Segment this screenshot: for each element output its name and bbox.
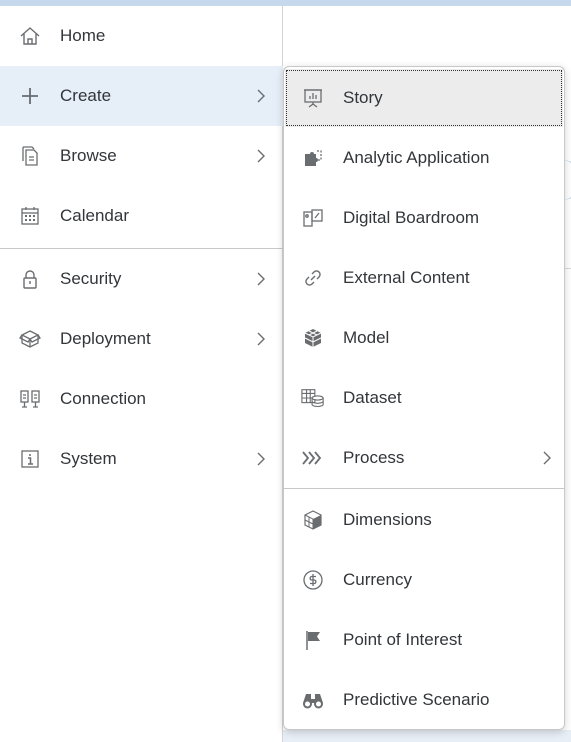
submenu-item-label: Dimensions xyxy=(343,510,432,529)
submenu-item-story[interactable]: Story xyxy=(285,69,563,127)
nav-item-label: Security xyxy=(60,269,122,288)
nav-item-deployment[interactable]: Deployment xyxy=(0,309,283,369)
calendar-icon xyxy=(18,204,42,228)
chevron-right-icon xyxy=(255,267,267,291)
nav-item-security[interactable]: Security xyxy=(0,249,283,309)
main-navigation-menu: Home Create Browse Calendar Security Dep… xyxy=(0,6,283,742)
flag-icon xyxy=(301,628,325,652)
dataset-icon xyxy=(301,386,325,410)
connection-icon xyxy=(18,387,42,411)
submenu-item-predictive-scenario[interactable]: Predictive Scenario xyxy=(285,671,563,729)
submenu-item-currency[interactable]: Currency xyxy=(285,551,563,609)
chevron-right-icon xyxy=(255,327,267,351)
submenu-item-label: Analytic Application xyxy=(343,148,490,167)
deployment-package-icon xyxy=(18,327,42,351)
nav-item-label: Browse xyxy=(60,146,117,165)
submenu-item-point-of-interest[interactable]: Point of Interest xyxy=(285,611,563,669)
boardroom-icon xyxy=(301,206,325,230)
submenu-item-label: External Content xyxy=(343,268,470,287)
presentation-story-icon xyxy=(301,86,325,110)
binoculars-icon xyxy=(301,688,325,712)
info-icon xyxy=(18,447,42,471)
lock-icon xyxy=(18,267,42,291)
nav-item-create[interactable]: Create xyxy=(0,66,283,126)
app-stage: Home Create Browse Calendar Security Dep… xyxy=(0,0,571,742)
submenu-item-analytic-application[interactable]: Analytic Application xyxy=(285,129,563,187)
submenu-item-label: Story xyxy=(343,88,383,107)
nav-item-label: Deployment xyxy=(60,329,151,348)
nav-item-label: Calendar xyxy=(60,206,129,225)
home-icon xyxy=(18,24,42,48)
browse-files-icon xyxy=(18,144,42,168)
chevron-right-icon xyxy=(255,144,267,168)
nav-item-browse[interactable]: Browse xyxy=(0,126,283,186)
chevron-right-icon xyxy=(255,84,267,108)
submenu-item-digital-boardroom[interactable]: Digital Boardroom xyxy=(285,189,563,247)
chevron-right-icon xyxy=(541,446,553,470)
nav-item-system[interactable]: System xyxy=(0,429,283,489)
submenu-item-dataset[interactable]: Dataset xyxy=(285,369,563,427)
plus-icon xyxy=(18,84,42,108)
submenu-item-process[interactable]: Process xyxy=(285,429,563,487)
nav-item-label: System xyxy=(60,449,117,468)
submenu-separator xyxy=(284,488,564,489)
currency-icon xyxy=(301,568,325,592)
submenu-item-label: Digital Boardroom xyxy=(343,208,480,227)
submenu-item-label: Point of Interest xyxy=(343,630,463,649)
create-submenu: Story Analytic Application Digital Board… xyxy=(283,66,565,730)
cube-model-icon xyxy=(301,326,325,350)
dimensions-cube-icon xyxy=(301,508,325,532)
nav-item-calendar[interactable]: Calendar xyxy=(0,186,283,246)
submenu-item-external-content[interactable]: External Content xyxy=(285,249,563,307)
nav-item-label: Home xyxy=(60,26,106,45)
submenu-item-model[interactable]: Model xyxy=(285,309,563,367)
chevron-right-icon xyxy=(255,447,267,471)
nav-item-label: Create xyxy=(60,86,112,105)
submenu-item-label: Currency xyxy=(343,570,412,589)
submenu-item-label: Dataset xyxy=(343,388,402,407)
puzzle-icon xyxy=(301,146,325,170)
nav-item-label: Connection xyxy=(60,389,147,408)
submenu-item-label: Model xyxy=(343,328,390,347)
nav-item-connection[interactable]: Connection xyxy=(0,369,283,429)
submenu-item-label: Process xyxy=(343,448,405,467)
process-chevrons-icon xyxy=(301,446,325,470)
link-icon xyxy=(301,266,325,290)
submenu-item-dimensions[interactable]: Dimensions xyxy=(285,491,563,549)
submenu-item-label: Predictive Scenario xyxy=(343,690,490,709)
nav-item-home[interactable]: Home xyxy=(0,6,283,66)
